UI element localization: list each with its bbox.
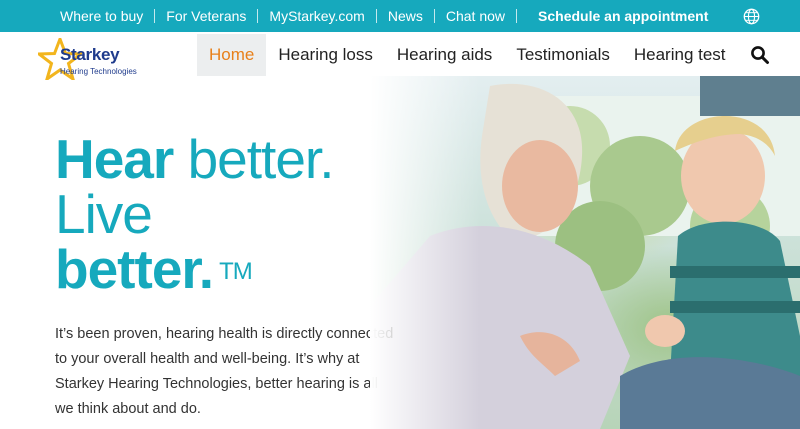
globe-icon[interactable] xyxy=(743,8,760,25)
divider xyxy=(375,9,377,23)
hero-intro-text: It’s been proven, hearing health is dire… xyxy=(55,326,394,417)
headline-hear: Hear xyxy=(55,128,174,190)
utility-bar: Where to buy For Veterans MyStarkey.com … xyxy=(0,0,800,32)
where-to-buy-link[interactable]: Where to buy xyxy=(60,8,143,24)
chat-now-link[interactable]: Chat now xyxy=(446,8,505,24)
trademark-mark: TM xyxy=(219,258,253,285)
mystarkey-link[interactable]: MyStarkey.com xyxy=(269,8,364,24)
logo-brand-name: Starkey xyxy=(60,45,120,64)
utility-links: Where to buy For Veterans MyStarkey.com … xyxy=(60,8,708,24)
logo-tagline: Hearing Technologies xyxy=(60,67,137,76)
hero-photo xyxy=(370,76,800,429)
headline-line-2: Live xyxy=(55,183,153,245)
main-navigation: Home Hearing loss Hearing aids Testimoni… xyxy=(197,34,770,76)
nav-hearing-aids[interactable]: Hearing aids xyxy=(385,34,504,76)
hero-headline: Hear better. Live better. TM xyxy=(55,132,334,297)
divider xyxy=(516,9,518,23)
headline-better-2: better. xyxy=(55,238,214,300)
search-icon[interactable] xyxy=(750,45,770,65)
divider xyxy=(257,9,259,23)
headline-line-3: better. TM xyxy=(55,242,333,297)
photo-fade xyxy=(370,76,480,429)
nav-hearing-test[interactable]: Hearing test xyxy=(622,34,738,76)
starkey-logo[interactable]: Starkey Hearing Technologies xyxy=(38,38,158,82)
nav-home[interactable]: Home xyxy=(197,34,267,76)
for-veterans-link[interactable]: For Veterans xyxy=(166,8,246,24)
news-link[interactable]: News xyxy=(388,8,423,24)
divider xyxy=(433,9,435,23)
divider xyxy=(154,9,156,23)
schedule-appointment-link[interactable]: Schedule an appointment xyxy=(538,8,708,24)
nav-hearing-loss[interactable]: Hearing loss xyxy=(266,34,385,76)
nav-testimonials[interactable]: Testimonials xyxy=(504,34,622,76)
headline-line-1: Hear better. xyxy=(55,132,334,187)
headline-better: better. xyxy=(173,128,335,190)
